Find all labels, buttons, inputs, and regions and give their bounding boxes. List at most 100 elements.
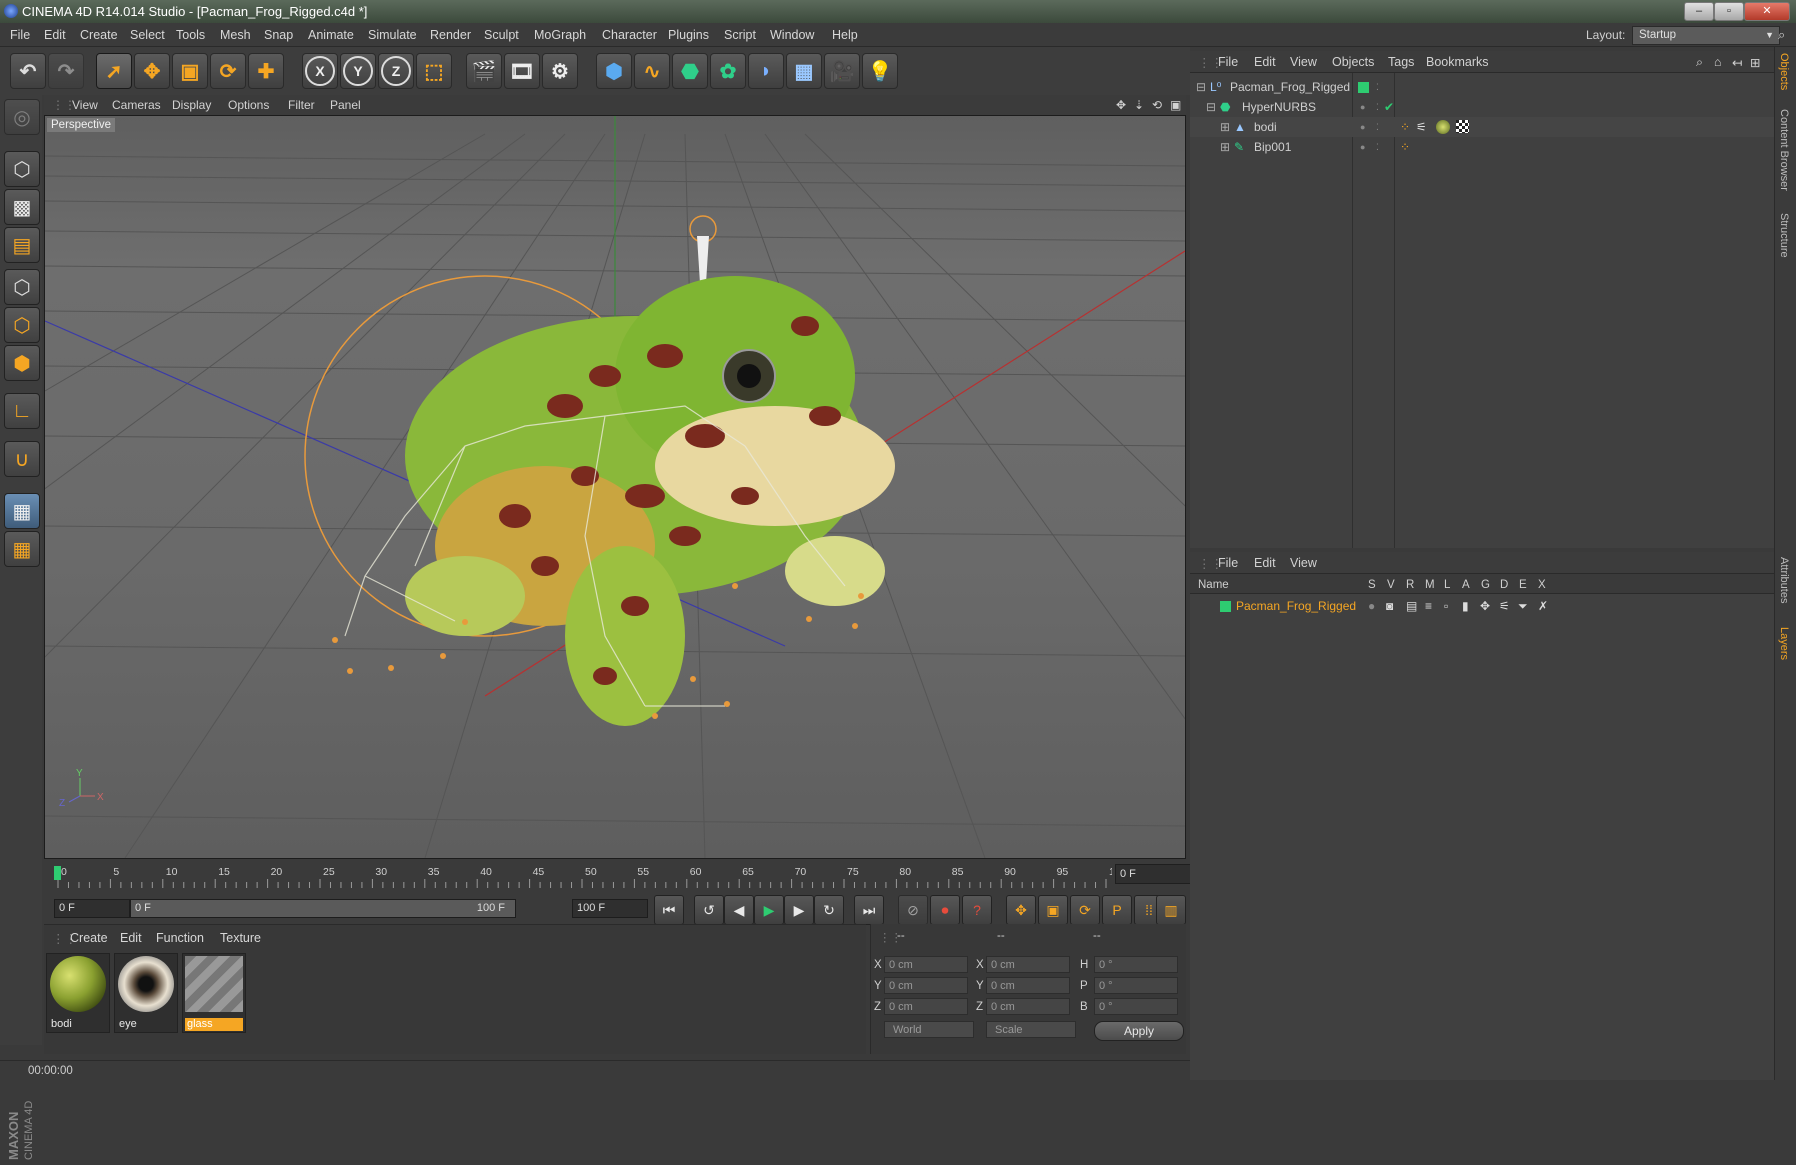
floor-button[interactable]: ▦ [786, 53, 822, 89]
light-button[interactable]: 💡 [862, 53, 898, 89]
autokeying-button[interactable]: ⏺ [930, 895, 960, 925]
visibility-dots-icon[interactable]: ⁚ [1376, 137, 1379, 157]
menu-plugins[interactable]: Plugins [668, 28, 709, 42]
camera-button[interactable]: 🎥 [824, 53, 860, 89]
undo-button[interactable]: ↶ [10, 53, 46, 89]
nurbs-button[interactable]: ⬣ [672, 53, 708, 89]
menu-sculpt[interactable]: Sculpt [484, 28, 519, 42]
generators-toggle-icon[interactable]: ✥ [1480, 596, 1490, 616]
frog-model[interactable] [405, 276, 895, 726]
rotation-h-field[interactable]: 0 ° [1094, 956, 1178, 973]
play-button[interactable]: ▶ [754, 895, 784, 925]
end-frame-field[interactable]: 100 F [572, 899, 648, 918]
lm-menu-edit[interactable]: Edit [1254, 556, 1276, 570]
home-icon[interactable]: ⌂ [1714, 55, 1722, 69]
rotation-p-field[interactable]: 0 ° [1094, 977, 1178, 994]
previous-frame-button[interactable]: ◀ [724, 895, 754, 925]
texture-tag-icon[interactable] [1456, 120, 1469, 133]
next-key-button[interactable]: ↻ [814, 895, 844, 925]
menu-mograph[interactable]: MoGraph [534, 28, 586, 42]
view-toggle-icon[interactable]: ◙ [1386, 596, 1393, 616]
om-menu-bookmarks[interactable]: Bookmarks [1426, 55, 1489, 69]
expressions-toggle-icon[interactable]: ⏷ [1518, 596, 1528, 616]
recent-tool-button[interactable]: ✚ [248, 53, 284, 89]
material-swatch-eye[interactable]: eye [114, 953, 178, 1033]
menu-simulate[interactable]: Simulate [368, 28, 417, 42]
frame-range-slider[interactable]: 0 F 100 F [130, 899, 516, 918]
tab-structure[interactable]: Structure [1778, 213, 1790, 258]
back-icon[interactable]: ↤ [1732, 55, 1742, 70]
points-mode-button[interactable]: ⬡ [4, 269, 40, 305]
minimize-button[interactable]: – [1684, 2, 1714, 21]
tab-layers[interactable]: Layers [1778, 627, 1790, 660]
render-picture-viewer-button[interactable]: 🎞 [504, 53, 540, 89]
om-menu-edit[interactable]: Edit [1254, 55, 1276, 69]
search-icon[interactable]: ⌕ [1696, 55, 1703, 70]
cube-primitive-button[interactable]: ⬢ [596, 53, 632, 89]
search-icon[interactable]: ⌕ [1778, 27, 1785, 43]
key-rotation-button[interactable]: ⟳ [1070, 895, 1100, 925]
material-swatch-glass[interactable]: glass [182, 953, 246, 1033]
go-to-start-button[interactable]: ⏮ [654, 895, 684, 925]
render-settings-button[interactable]: ⚙ [542, 53, 578, 89]
layout-dropdown[interactable]: Startup ▼ [1632, 26, 1780, 45]
key-position-button[interactable]: ✥ [1006, 895, 1036, 925]
deformers-toggle-icon[interactable]: ⚟ [1499, 596, 1510, 616]
keyframe-selection-button[interactable]: ? [962, 895, 992, 925]
deformer-button[interactable]: ◗ [748, 53, 784, 89]
key-parameter-button[interactable]: P [1102, 895, 1132, 925]
object-row-bip001[interactable]: ⊞ ✎ Bip001 ● ⁚ ⁘ [1190, 137, 1774, 157]
y-axis-lock-button[interactable]: Y [340, 53, 376, 89]
col-solo[interactable]: S [1368, 576, 1376, 594]
expand-toggle-icon[interactable]: ⊟ [1206, 97, 1216, 117]
viewport-maximize-icon[interactable]: ▣ [1170, 98, 1181, 112]
layer-row[interactable]: Pacman_Frog_Rigged ● ◙ ▤ ≡ ▫ ▮ ✥ ⚟ ⏷ ✗ [1190, 596, 1774, 616]
viewport-rotate-icon[interactable]: ⟲ [1152, 98, 1162, 112]
workplane-mode-button[interactable]: ▤ [4, 227, 40, 263]
material-menu-edit[interactable]: Edit [120, 931, 142, 945]
om-menu-tags[interactable]: Tags [1388, 55, 1414, 69]
menu-render[interactable]: Render [430, 28, 471, 42]
size-x-field[interactable]: 0 cm [986, 956, 1070, 973]
expand-toggle-icon[interactable]: ⊞ [1220, 117, 1230, 137]
menu-character[interactable]: Character [602, 28, 657, 42]
spline-button[interactable]: ∿ [634, 53, 670, 89]
material-menu-texture[interactable]: Texture [220, 931, 261, 945]
object-name[interactable]: HyperNURBS [1242, 97, 1316, 117]
lm-menu-view[interactable]: View [1290, 556, 1317, 570]
array-button[interactable]: ✿ [710, 53, 746, 89]
tab-content-browser[interactable]: Content Browser [1778, 109, 1790, 191]
weight-tag-icon[interactable]: ⚟ [1416, 117, 1427, 137]
manager-toggle-icon[interactable]: ≡ [1425, 596, 1432, 616]
om-menu-objects[interactable]: Objects [1332, 55, 1374, 69]
menu-window[interactable]: Window [770, 28, 814, 42]
col-manager[interactable]: M [1425, 576, 1435, 594]
key-scale-button[interactable]: ▣ [1038, 895, 1068, 925]
material-tag-icon[interactable] [1436, 120, 1450, 134]
viewport-menu-cameras[interactable]: Cameras [112, 98, 161, 112]
axis-mode-button[interactable]: ∟ [4, 393, 40, 429]
go-to-end-button[interactable]: ⏭ [854, 895, 884, 925]
layer-name[interactable]: Pacman_Frog_Rigged [1236, 596, 1356, 616]
lock-toggle-icon[interactable]: ▫ [1444, 596, 1448, 616]
col-deformers[interactable]: D [1500, 576, 1508, 594]
position-x-field[interactable]: 0 cm [884, 956, 968, 973]
viewport-move-icon[interactable]: ✥ [1116, 98, 1126, 112]
lm-menu-file[interactable]: File [1218, 556, 1238, 570]
skin-tag-icon[interactable]: ⁘ [1400, 137, 1410, 157]
layer-color-swatch[interactable] [1220, 601, 1231, 612]
object-row-hypernurbs[interactable]: ⊟ ⬣ HyperNURBS ● ⁚ ✔ [1190, 97, 1774, 117]
size-z-field[interactable]: 0 cm [986, 998, 1070, 1015]
visibility-dots-icon[interactable]: ⁚ [1376, 117, 1379, 137]
material-menu-create[interactable]: Create [70, 931, 108, 945]
timeline-window-button[interactable]: ▥ [1156, 895, 1186, 925]
col-generators[interactable]: G [1481, 576, 1490, 594]
texture-mode-button[interactable]: ▩ [4, 189, 40, 225]
viewport-3d[interactable]: Y X Z Perspective [44, 115, 1186, 859]
viewport-menu-view[interactable]: View [72, 98, 98, 112]
z-axis-lock-button[interactable]: Z [378, 53, 414, 89]
redo-button[interactable]: ↷ [48, 53, 84, 89]
xref-toggle-icon[interactable]: ✗ [1538, 596, 1548, 616]
object-name[interactable]: bodi [1254, 117, 1277, 137]
coordinate-mode-dropdown[interactable]: World [884, 1021, 974, 1038]
